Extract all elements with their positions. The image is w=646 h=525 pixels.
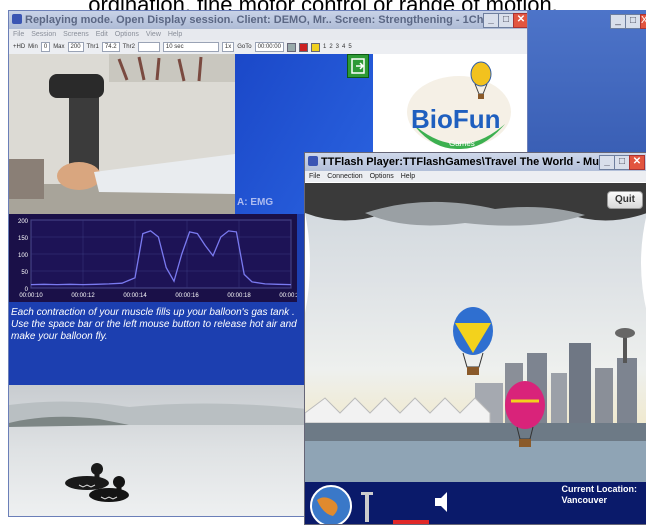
rewind-icon[interactable] — [286, 42, 296, 52]
thr1-input[interactable]: 74.2 — [101, 42, 120, 52]
close-button[interactable]: ✕ — [513, 13, 527, 28]
flash-menu-connection[interactable]: Connection — [327, 173, 362, 180]
y-tick-label: 200 — [18, 219, 29, 225]
flash-menu-file[interactable]: File — [309, 173, 320, 180]
menu-screens[interactable]: Screens — [63, 31, 89, 38]
flash-title: TTFlash Player:TTFlashGames\Travel The W… — [321, 156, 642, 168]
app-icon — [12, 14, 22, 24]
thr2-label: Thr2 — [122, 44, 135, 50]
y-tick-label: 150 — [18, 236, 29, 242]
x-tick-label: 00:00:16 — [175, 293, 199, 299]
loons-photo — [9, 401, 307, 502]
menu-help[interactable]: Help — [168, 31, 182, 38]
thr2-input[interactable] — [137, 42, 160, 52]
page-1[interactable]: 1 — [323, 44, 326, 50]
menu-session[interactable]: Session — [31, 31, 56, 38]
replay-menubar: File Session Screens Edit Options View H… — [9, 29, 527, 40]
flash-app-icon — [308, 156, 318, 166]
flash-player-window: TTFlash Player:TTFlashGames\Travel The W… — [304, 152, 646, 525]
bg-minimize-button[interactable]: _ — [610, 14, 626, 29]
duration-select[interactable]: 10 sec — [162, 42, 219, 52]
min-label: Min — [28, 44, 38, 50]
instruction-text: Each contraction of your muscle fills up… — [11, 307, 297, 342]
flash-maximize-button[interactable]: □ — [614, 155, 630, 170]
menu-file[interactable]: File — [13, 31, 24, 38]
x-tick-label: 00:00:20 — [279, 293, 297, 299]
speed-select[interactable]: 1x — [221, 42, 235, 52]
y-tick-label: 100 — [18, 253, 29, 259]
exit-icon — [351, 58, 365, 74]
flash-titlebar[interactable]: TTFlash Player:TTFlashGames\Travel The W… — [305, 153, 646, 171]
max-label: Max — [53, 44, 65, 50]
y-tick-label: 50 — [21, 270, 28, 276]
replay-title: Replaying mode. Open Display session. Cl… — [25, 14, 528, 26]
flash-close-button[interactable]: ✕ — [629, 155, 645, 170]
biofun-logo-panel: BioFun Games — [373, 54, 527, 154]
replay-titlebar[interactable]: Replaying mode. Open Display session. Cl… — [9, 11, 527, 29]
x-tick-label: 00:00:12 — [71, 293, 95, 299]
goto-input[interactable]: 00:00:00 — [254, 42, 284, 52]
lake-image — [9, 385, 307, 516]
page-5[interactable]: 5 — [348, 44, 351, 50]
video-frame — [9, 54, 235, 214]
page-3[interactable]: 3 — [336, 44, 339, 50]
record-icon[interactable] — [298, 42, 308, 52]
webcam-video — [9, 54, 235, 214]
game-status-bar: Current Location: Vancouver — [305, 482, 646, 524]
flash-menu-help[interactable]: Help — [401, 173, 415, 180]
blue-balloon — [453, 307, 493, 375]
maximize-button[interactable]: □ — [498, 13, 514, 28]
menu-view[interactable]: View — [146, 31, 161, 38]
page-2[interactable]: 2 — [329, 44, 332, 50]
exit-button[interactable] — [347, 54, 369, 78]
thr1-label: Thr1 — [86, 44, 99, 50]
page-4[interactable]: 4 — [342, 44, 345, 50]
emg-label: A: EMG — [237, 197, 274, 208]
quit-button[interactable]: Quit — [607, 191, 643, 209]
pause-icon[interactable] — [310, 42, 320, 52]
hd-label[interactable]: +HD — [13, 44, 25, 50]
x-tick-label: 00:00:10 — [19, 293, 43, 299]
max-input[interactable]: 200 — [67, 42, 84, 52]
replay-toolbar: +HD Min 0 Max 200 Thr1 74.2 Thr2 10 sec … — [9, 40, 527, 55]
goto-label: GoTo — [237, 44, 252, 50]
location-label: Current Location: — [561, 484, 638, 494]
menu-edit[interactable]: Edit — [96, 31, 108, 38]
game-scene — [305, 183, 646, 483]
x-tick-label: 00:00:14 — [123, 293, 147, 299]
emg-chart-svg: 20015010050000:00:10 00:00:12 00:00:14 00:0… — [18, 219, 303, 299]
x-tick-label: 00:00:18 — [227, 293, 251, 299]
logo-text: BioFun — [411, 104, 501, 134]
flash-menubar: File Connection Options Help — [305, 171, 646, 182]
min-input[interactable]: 0 — [40, 42, 51, 52]
city-skyline — [475, 328, 637, 433]
biofun-logo: BioFun Games — [407, 61, 511, 150]
background-window: _ □ X — [526, 10, 646, 152]
logo-subtext: Games — [449, 139, 475, 148]
menu-options[interactable]: Options — [115, 31, 139, 38]
minimize-button[interactable]: _ — [483, 13, 499, 28]
location-value: Vancouver — [561, 495, 608, 505]
game-canvas[interactable]: Quit Current Location: Vancouver — [305, 183, 646, 524]
bg-maximize-button[interactable]: □ — [625, 14, 641, 29]
bg-close-button[interactable]: X — [640, 14, 646, 29]
flash-menu-options[interactable]: Options — [370, 173, 394, 180]
location-panel: Current Location: Vancouver — [562, 484, 638, 506]
emg-chart: 200 150 100 50 0 00:00:10 00:00:12 00:00:14 00:0… — [9, 214, 303, 302]
flash-minimize-button[interactable]: _ — [599, 155, 615, 170]
